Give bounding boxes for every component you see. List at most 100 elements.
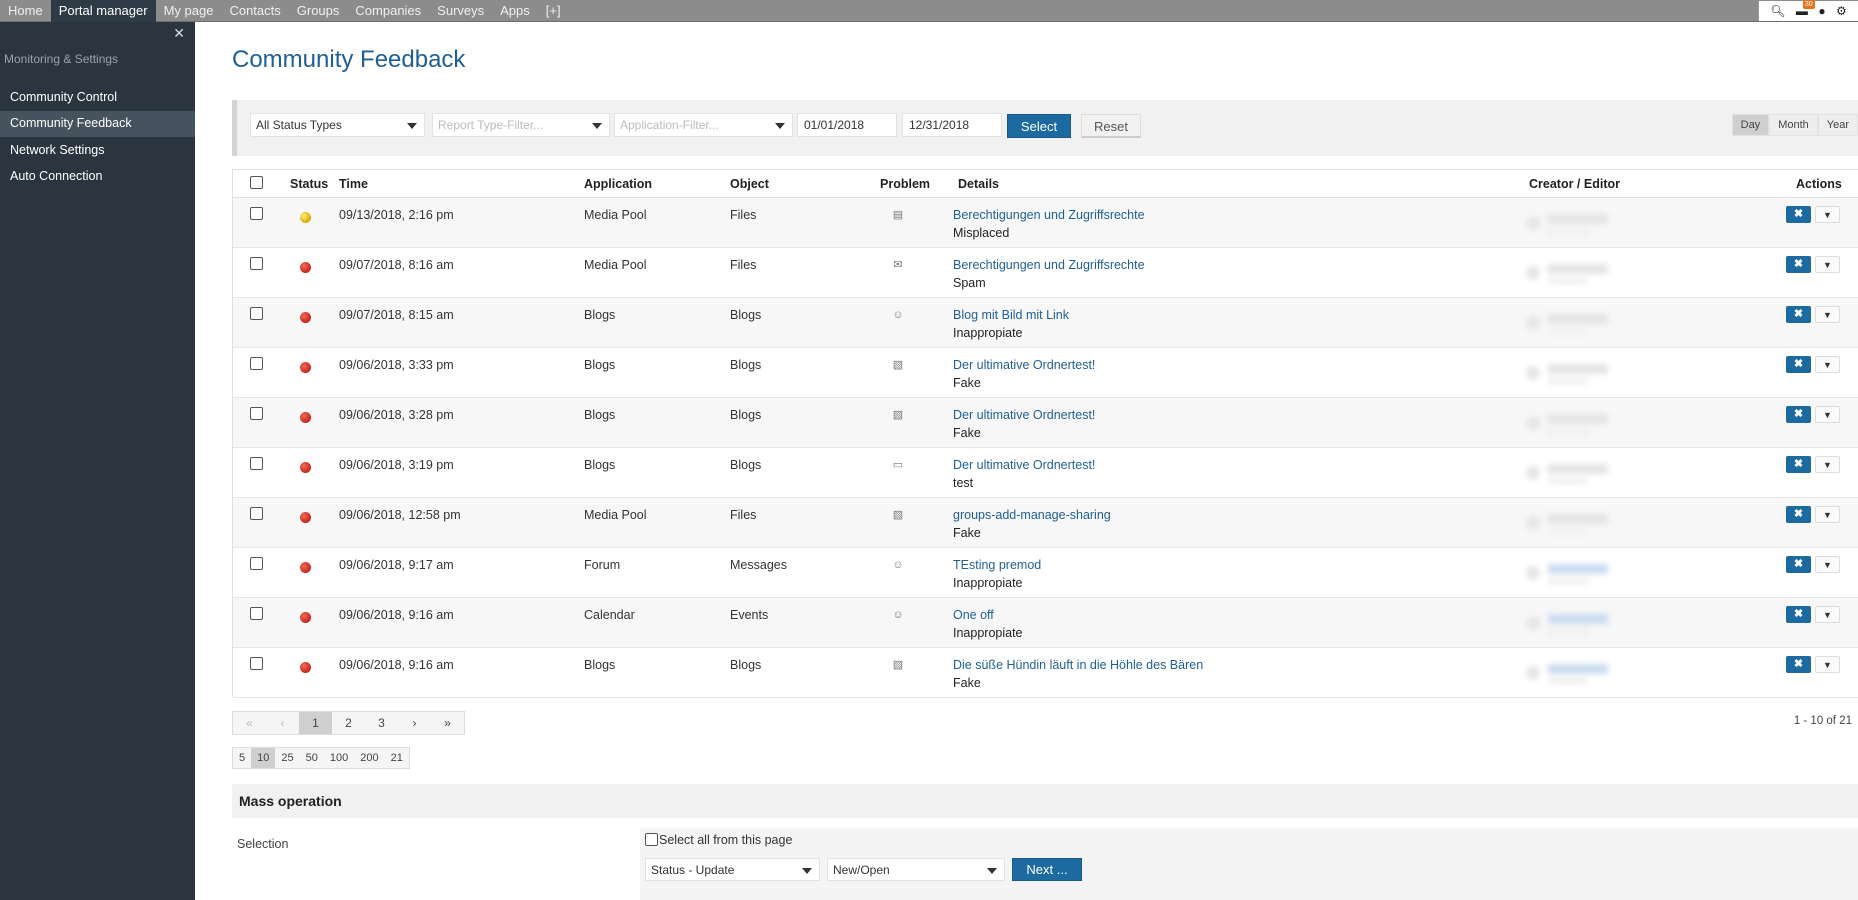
row-checkbox[interactable]	[250, 507, 263, 520]
nav-surveys[interactable]: Surveys	[429, 0, 492, 22]
nav-home[interactable]: Home	[0, 0, 51, 22]
chevron-down-icon[interactable]: ▼	[1815, 356, 1840, 373]
chevron-down-icon[interactable]: ▼	[1815, 606, 1840, 623]
delete-button[interactable]: ✖	[1786, 356, 1811, 373]
chevron-down-icon[interactable]: ▼	[1815, 556, 1840, 573]
nav-apps[interactable]: Apps	[492, 0, 538, 22]
select-all-page-checkbox[interactable]	[645, 833, 658, 846]
delete-button[interactable]: ✖	[1786, 456, 1811, 473]
chevron-down-icon[interactable]: ▼	[1815, 656, 1840, 673]
row-checkbox[interactable]	[250, 607, 263, 620]
row-details-link[interactable]: Die süße Hündin läuft in die Höhle des B…	[953, 658, 1203, 672]
page-size-option[interactable]: 200	[354, 748, 385, 768]
sidebar-item-auto-connection[interactable]: Auto Connection	[0, 164, 195, 190]
period-year[interactable]: Year	[1817, 114, 1858, 136]
messages-icon[interactable]: ▬ 30	[1796, 0, 1815, 18]
period-month[interactable]: Month	[1769, 114, 1818, 136]
row-details-link[interactable]: Der ultimative Ordnertest!	[953, 458, 1095, 472]
row-details-link[interactable]: TEsting premod	[953, 558, 1041, 572]
sidebar-item-community-feedback[interactable]: Community Feedback	[0, 111, 195, 137]
chevron-down-icon[interactable]: ▼	[1815, 206, 1840, 223]
row-checkbox[interactable]	[250, 407, 263, 420]
col-time[interactable]: Time	[339, 177, 368, 191]
status-value-select[interactable]: New/Open	[827, 858, 1005, 881]
row-details-link[interactable]: One off	[953, 608, 994, 622]
sidebar-item-network-settings[interactable]: Network Settings	[0, 138, 195, 164]
row-details-link[interactable]: Der ultimative Ordnertest!	[953, 408, 1095, 422]
application-filter-select[interactable]: Application-Filter...	[614, 113, 793, 137]
next-page-button[interactable]: ›	[398, 712, 431, 734]
page-1-button[interactable]: 1	[299, 712, 332, 734]
page-size-option[interactable]: 21	[384, 748, 409, 768]
prev-page-button[interactable]: ‹	[266, 712, 299, 734]
user-icon[interactable]: ●	[1818, 4, 1825, 18]
page-size-option[interactable]: 25	[275, 748, 300, 768]
row-details-link[interactable]: groups-add-manage-sharing	[953, 508, 1111, 522]
col-problem[interactable]: Problem	[880, 177, 930, 191]
table-row: 09/06/2018, 12:58 pm Media Pool Files ▧ grou…	[233, 498, 1858, 548]
period-day[interactable]: Day	[1731, 114, 1770, 136]
delete-button[interactable]: ✖	[1786, 656, 1811, 673]
nav-contacts[interactable]: Contacts	[221, 0, 288, 22]
delete-button[interactable]: ✖	[1786, 606, 1811, 623]
col-object[interactable]: Object	[730, 177, 769, 191]
col-creator-editor[interactable]: Creator / Editor	[1529, 177, 1620, 191]
chevron-down-icon[interactable]: ▼	[1815, 406, 1840, 423]
status-open-icon	[300, 512, 311, 523]
select-all-checkbox[interactable]	[250, 176, 263, 189]
col-status[interactable]: Status	[290, 177, 328, 191]
reset-button[interactable]: Reset	[1081, 114, 1141, 138]
delete-button[interactable]: ✖	[1786, 206, 1811, 223]
delete-button[interactable]: ✖	[1786, 556, 1811, 573]
date-to-input[interactable]: 12/31/2018	[902, 113, 1002, 137]
page-size-option[interactable]: 100	[323, 748, 355, 768]
delete-button[interactable]: ✖	[1786, 256, 1811, 273]
next-button[interactable]: Next ...	[1012, 858, 1082, 881]
sidebar-item-community-control[interactable]: Community Control	[0, 85, 195, 111]
nav-add-tab[interactable]: [+]	[538, 0, 569, 22]
row-details-link[interactable]: Blog mit Bild mit Link	[953, 308, 1069, 322]
nav-companies[interactable]: Companies	[347, 0, 429, 22]
chevron-down-icon[interactable]: ▼	[1815, 506, 1840, 523]
row-checkbox[interactable]	[250, 457, 263, 470]
row-checkbox[interactable]	[250, 357, 263, 370]
status-filter-select[interactable]: All Status Types	[250, 113, 425, 137]
chevron-down-icon[interactable]: ▼	[1815, 256, 1840, 273]
page-size-option[interactable]: 50	[299, 748, 324, 768]
page-2-button[interactable]: 2	[332, 712, 365, 734]
delete-button[interactable]: ✖	[1786, 306, 1811, 323]
row-details-link[interactable]: Berechtigungen und Zugriffsrechte	[953, 258, 1145, 272]
row-details-link[interactable]: Berechtigungen und Zugriffsrechte	[953, 208, 1145, 222]
row-checkbox[interactable]	[250, 307, 263, 320]
row-reason: Misplaced	[953, 226, 1010, 240]
nav-portal-manager[interactable]: Portal manager	[50, 0, 156, 22]
page-size-option[interactable]: 10	[251, 748, 276, 768]
row-details-link[interactable]: Der ultimative Ordnertest!	[953, 358, 1095, 372]
nav-my-page[interactable]: My page	[156, 0, 222, 22]
row-checkbox[interactable]	[250, 207, 263, 220]
zoom-icon[interactable]: 🔍︎	[1770, 4, 1785, 18]
page-size-option[interactable]: 5	[233, 748, 252, 768]
select-button[interactable]: Select	[1007, 114, 1071, 138]
last-page-button[interactable]: »	[431, 712, 464, 734]
nav-groups[interactable]: Groups	[289, 0, 348, 22]
delete-button[interactable]: ✖	[1786, 406, 1811, 423]
row-object: Events	[730, 608, 769, 622]
row-checkbox[interactable]	[250, 257, 263, 270]
date-from-input[interactable]: 01/01/2018	[797, 113, 897, 137]
page-3-button[interactable]: 3	[365, 712, 398, 734]
page-title: Community Feedback	[232, 46, 466, 73]
close-icon[interactable]: ✕	[173, 25, 185, 42]
chevron-down-icon[interactable]: ▼	[1815, 456, 1840, 473]
settings-icon[interactable]: ⚙	[1836, 4, 1847, 18]
col-details[interactable]: Details	[958, 177, 999, 191]
row-checkbox[interactable]	[250, 657, 263, 670]
operation-select[interactable]: Status - Update	[645, 858, 820, 881]
first-page-button[interactable]: «	[233, 712, 266, 734]
row-checkbox[interactable]	[250, 557, 263, 570]
chevron-down-icon[interactable]: ▼	[1815, 306, 1840, 323]
row-application: Calendar	[584, 608, 635, 622]
delete-button[interactable]: ✖	[1786, 506, 1811, 523]
col-application[interactable]: Application	[584, 177, 652, 191]
report-type-filter-select[interactable]: Report Type-Filter...	[432, 113, 610, 137]
